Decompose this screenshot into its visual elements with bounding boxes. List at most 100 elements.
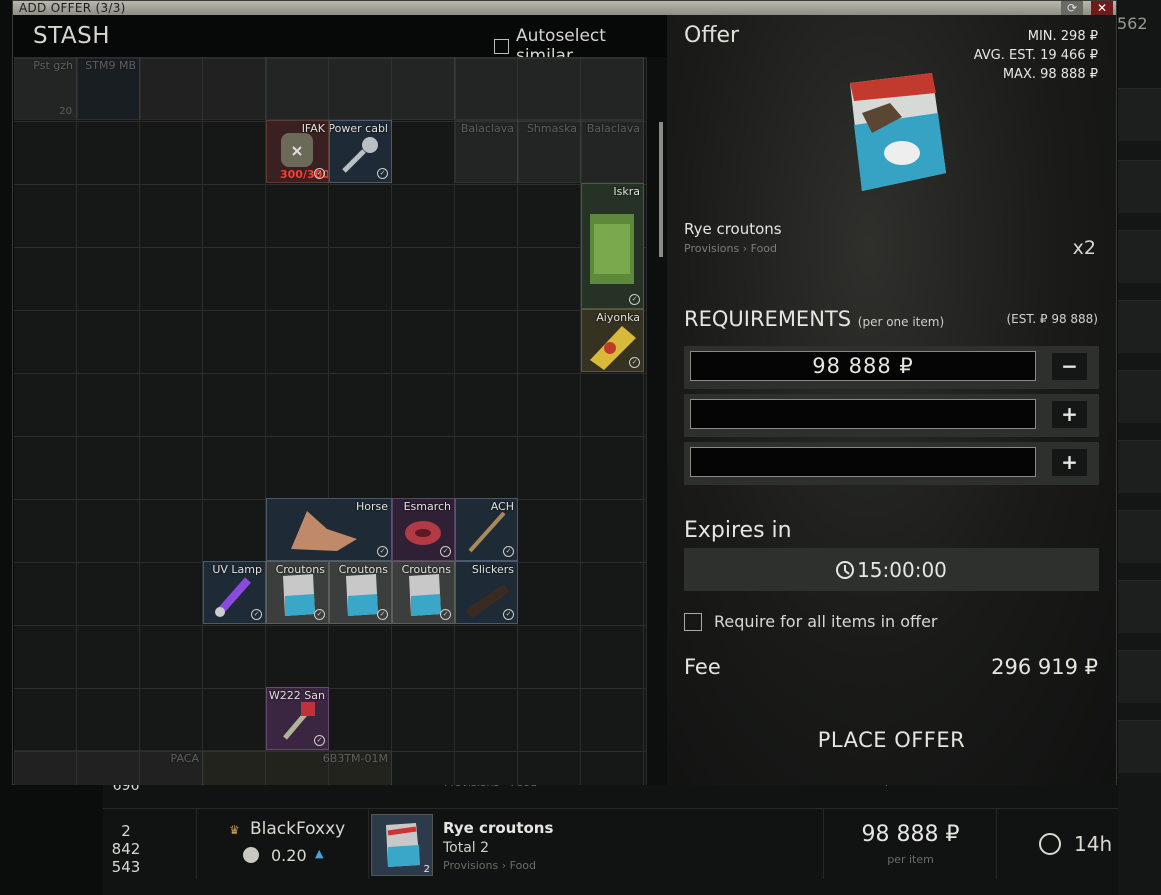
check-icon: ✓ — [377, 546, 388, 557]
item-thumbnail[interactable]: 2 — [371, 814, 433, 876]
item-cell: 2 Rye croutons Total 2 Provisions › Food — [369, 809, 824, 879]
background-offers-table: 696 Provisions › Food per item 2 842 543… — [103, 774, 1118, 895]
stash-item-6b3tm-01m[interactable]: 6B3TM-01M — [203, 750, 392, 785]
check-icon: ✓ — [314, 735, 325, 746]
item-category: Provisions › Food — [443, 859, 537, 872]
check-icon: ✓ — [314, 609, 325, 620]
stash-item-power-cable[interactable]: Power cabl ✓ — [329, 120, 392, 183]
require-all-checkbox[interactable] — [684, 612, 702, 631]
expires-title: Expires in — [684, 518, 792, 543]
crown-icon: ♛ — [229, 823, 240, 837]
item-name: STM9 MB — [85, 59, 136, 72]
item-name: Horse — [355, 500, 388, 513]
stash-item-ach[interactable]: ACH ✓ — [455, 498, 518, 561]
require-all-toggle[interactable]: Require for all items in offer — [684, 612, 937, 631]
requirement-row: + — [684, 442, 1099, 485]
stash-item-w222-san[interactable]: W222 San ✓ — [266, 687, 329, 750]
add-requirement-button[interactable]: + — [1052, 449, 1087, 476]
seller-name[interactable]: BlackFoxxy — [250, 819, 345, 839]
check-icon: ✓ — [629, 294, 640, 305]
requirement-row: + — [684, 394, 1099, 437]
stash-item-balaclava[interactable]: Balaclava — [455, 120, 518, 183]
time-left: 14h — [1074, 832, 1113, 856]
stash-item-balaclava-2[interactable]: Balaclava — [581, 120, 644, 183]
require-all-label: Require for all items in offer — [714, 612, 938, 631]
close-button[interactable]: ✕ — [1091, 1, 1113, 15]
stash-grid[interactable]: Pst gzh 20 STM9 MB IFAK 300/300 ✓ Power … — [14, 57, 646, 785]
dialog-title: ADD OFFER (3/3) — [19, 1, 126, 15]
item-total: Total 2 — [443, 840, 490, 856]
check-icon: ✓ — [629, 357, 640, 368]
stash-header: STASH Autoselect similar — [13, 15, 668, 66]
place-offer-button[interactable]: PLACE OFFER — [667, 728, 1116, 752]
fee-label: Fee — [684, 655, 721, 679]
item-name: Croutons — [401, 563, 451, 576]
bg-tile — [1118, 650, 1161, 703]
item-name: IFAK — [301, 122, 325, 135]
seller-rating: 0.20 — [271, 846, 307, 865]
stash-item-uv-lamp[interactable]: UV Lamp ✓ — [203, 561, 266, 624]
item-name: Power cabl — [329, 122, 388, 135]
item-name: Balaclava — [586, 122, 640, 135]
stash-item-paca[interactable]: PACA — [14, 750, 203, 785]
stash-item-croutons[interactable]: Croutons ✓ — [266, 561, 329, 624]
item-name: Pst gzh — [33, 59, 73, 72]
requirements-title: REQUIREMENTS (per one item) — [684, 307, 945, 331]
clock-icon — [836, 560, 855, 579]
rating-icon — [243, 847, 259, 863]
item-name: UV Lamp — [212, 563, 262, 576]
stash-item-container[interactable] — [140, 57, 266, 120]
item-name: Croutons — [338, 563, 388, 576]
expires-value: 15:00:00 — [857, 557, 947, 582]
check-icon: ✓ — [251, 609, 262, 620]
stash-item-croutons-selected-2[interactable]: Croutons ✓ — [392, 561, 455, 624]
item-count: 2 — [423, 864, 430, 875]
stash-item-aiyonka[interactable]: Aiyonka ✓ — [581, 309, 644, 372]
add-requirement-button[interactable]: + — [1052, 401, 1087, 428]
stash-item-iskra[interactable]: Iskra ✓ — [581, 183, 644, 309]
stash-scrollbar[interactable] — [646, 57, 667, 785]
bg-tile — [1118, 720, 1161, 773]
item-name: Rye croutons — [443, 819, 554, 837]
stash-item-ifak[interactable]: IFAK 300/300 ✓ — [266, 120, 329, 183]
expires-selector[interactable]: 15:00:00 — [684, 548, 1099, 591]
check-icon: ✓ — [440, 546, 451, 557]
dialog-titlebar[interactable]: ADD OFFER (3/3) ⟳ ✕ — [13, 1, 1116, 15]
stash-item-stm9-mb[interactable]: STM9 MB — [77, 57, 140, 120]
background-number: 562 — [1117, 14, 1148, 33]
requirement-input[interactable] — [690, 447, 1036, 477]
requirements-note: (per one item) — [857, 315, 945, 329]
table-row[interactable]: 2 842 543 ♛ BlackFoxxy 0.20 ▲ 2 Rye crou… — [103, 808, 1118, 879]
product-category: Provisions › Food — [684, 242, 778, 255]
stash-item-shmaska[interactable]: Shmaska — [518, 120, 581, 183]
row-number: 2 842 543 — [111, 822, 141, 876]
check-icon: ✓ — [503, 609, 514, 620]
bg-tile — [1118, 88, 1161, 141]
max-price: MAX. 98 888 ₽ — [1002, 67, 1098, 82]
stash-item-slickers[interactable]: Slickers ✓ — [455, 561, 518, 624]
bg-tile — [1118, 440, 1161, 493]
stash-item-horse[interactable]: Horse ✓ — [266, 498, 392, 561]
item-name: Aiyonka — [596, 311, 640, 324]
stash-item-esmarch[interactable]: Esmarch ✓ — [392, 498, 455, 561]
bg-tile — [1118, 580, 1161, 633]
time-cell: 14h — [997, 809, 1118, 879]
item-name: Shmaska — [526, 122, 577, 135]
requirement-input[interactable] — [690, 399, 1036, 429]
stash-item-croutons-selected[interactable]: Croutons ✓ — [329, 561, 392, 624]
check-icon: ✓ — [377, 168, 388, 179]
remove-requirement-button[interactable]: − — [1052, 353, 1087, 380]
stash-item-medcase[interactable] — [455, 57, 644, 120]
stash-item-case[interactable] — [266, 57, 455, 120]
product-quantity: x2 — [1072, 237, 1096, 259]
item-name: PACA — [170, 752, 199, 765]
scrollbar-thumb[interactable] — [659, 122, 663, 257]
ration-pack-icon — [590, 214, 634, 284]
requirement-row: 98 888 ₽ − — [684, 346, 1099, 389]
stash-item-pst-gzh[interactable]: Pst gzh 20 — [14, 57, 77, 120]
refresh-icon[interactable]: ⟳ — [1061, 1, 1083, 15]
offer-panel: Offer MIN. 298 ₽ AVG. EST. 19 466 ₽ MAX.… — [667, 15, 1116, 785]
requirement-price-input[interactable]: 98 888 ₽ — [690, 351, 1036, 381]
autoselect-checkbox[interactable] — [494, 38, 509, 54]
background-side-panel — [1118, 0, 1161, 895]
